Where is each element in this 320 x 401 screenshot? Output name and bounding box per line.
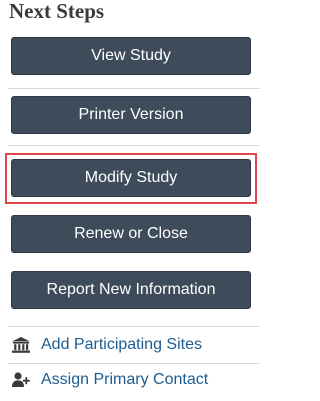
assign-primary-contact-label: Assign Primary Contact	[41, 371, 209, 388]
panel-title: Next Steps	[9, 0, 105, 23]
assign-primary-contact-link[interactable]: Assign Primary Contact	[11, 369, 208, 391]
add-participating-sites-label: Add Participating Sites	[41, 336, 202, 353]
modify-study-button[interactable]: Modify Study	[11, 159, 251, 197]
printer-version-button[interactable]: Printer Version	[11, 96, 251, 134]
divider	[8, 145, 260, 146]
divider	[8, 363, 260, 364]
user-add-icon	[11, 371, 31, 389]
report-new-information-button[interactable]: Report New Information	[11, 271, 251, 309]
divider	[8, 88, 260, 89]
renew-or-close-button[interactable]: Renew or Close	[11, 215, 251, 253]
view-study-button[interactable]: View Study	[11, 37, 251, 75]
divider	[8, 326, 260, 327]
institution-icon	[11, 336, 31, 354]
add-participating-sites-link[interactable]: Add Participating Sites	[11, 334, 202, 356]
